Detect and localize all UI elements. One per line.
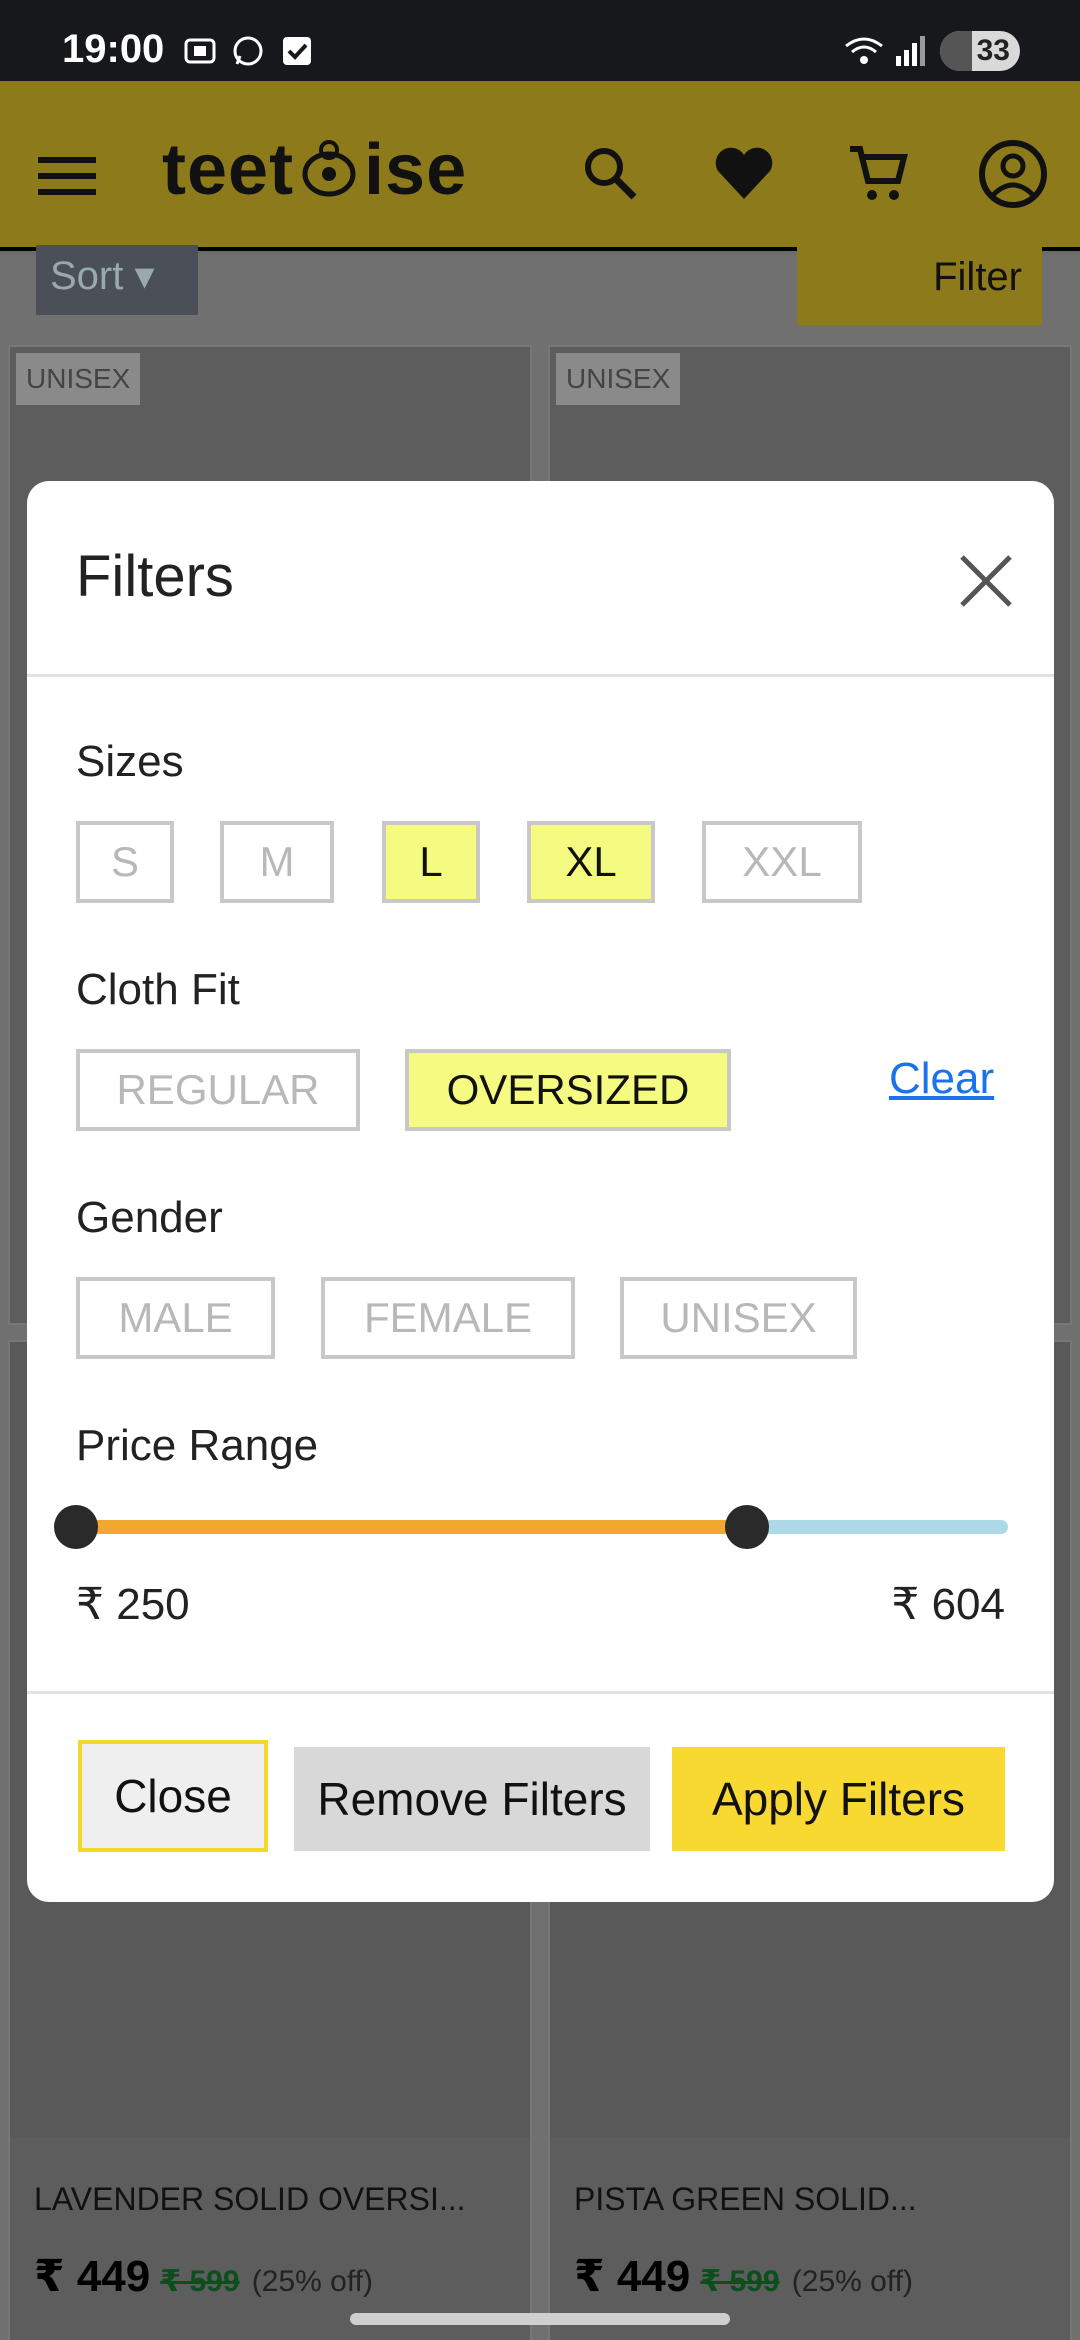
price-range-label: Price Range xyxy=(76,1421,319,1470)
product-price: ₹ 449 ₹ 599 (25% off) xyxy=(574,2252,913,2301)
price-min-value: ₹ 250 xyxy=(76,1580,190,1629)
product-title: PISTA GREEN SOLID... xyxy=(574,2181,917,2217)
cart-icon[interactable] xyxy=(846,141,910,205)
close-button[interactable]: Close xyxy=(78,1740,268,1852)
price-slider-max-thumb[interactable] xyxy=(725,1505,769,1549)
gender-chip-male[interactable]: MALE xyxy=(76,1277,275,1359)
remove-filters-button[interactable]: Remove Filters xyxy=(294,1747,650,1851)
hamburger-menu-icon[interactable] xyxy=(38,153,96,199)
product-price: ₹ 449 ₹ 599 (25% off) xyxy=(34,2252,373,2301)
screenshot-icon xyxy=(184,38,216,64)
clear-fit-link[interactable]: Clear xyxy=(889,1054,994,1104)
product-discount: (25% off) xyxy=(251,2265,373,2298)
wifi-icon xyxy=(845,37,883,64)
turtle-logo-icon xyxy=(302,140,356,197)
close-icon[interactable] xyxy=(958,553,1014,609)
app-header: teet ise xyxy=(0,81,1080,251)
size-chip-l[interactable]: L xyxy=(382,821,480,903)
size-chip-xxl[interactable]: XXL xyxy=(702,821,862,903)
price-max-value: ₹ 604 xyxy=(891,1580,1005,1629)
modal-footer-divider xyxy=(27,1691,1054,1694)
search-icon[interactable] xyxy=(580,143,640,203)
size-chip-xl[interactable]: XL xyxy=(527,821,655,903)
checkbox-notification-icon xyxy=(283,37,311,65)
gender-label: Gender xyxy=(76,1193,223,1242)
price-slider-fill xyxy=(76,1520,747,1534)
cloth-fit-label: Cloth Fit xyxy=(76,965,240,1014)
account-icon[interactable] xyxy=(978,139,1048,209)
sizes-label: Sizes xyxy=(76,737,184,786)
status-time: 19:00 xyxy=(62,27,165,71)
whatsapp-icon xyxy=(233,36,263,66)
gender-chip-unisex[interactable]: UNISEX xyxy=(620,1277,857,1359)
product-badge: UNISEX xyxy=(16,353,141,405)
signal-icon xyxy=(896,36,925,66)
price-slider-min-thumb[interactable] xyxy=(54,1505,98,1549)
wishlist-heart-icon[interactable] xyxy=(712,143,776,203)
filter-button[interactable]: Filter xyxy=(797,245,1042,325)
battery-indicator: 33 xyxy=(940,31,1020,71)
fit-chip-regular[interactable]: REGULAR xyxy=(76,1049,360,1131)
fit-chip-oversized[interactable]: OVERSIZED xyxy=(405,1049,731,1131)
modal-title: Filters xyxy=(76,544,234,609)
brand-logo[interactable]: teet ise xyxy=(162,129,467,211)
apply-filters-button[interactable]: Apply Filters xyxy=(672,1747,1005,1851)
product-old-price: ₹ 599 xyxy=(160,2265,240,2298)
modal-divider xyxy=(27,674,1054,677)
product-old-price: ₹ 599 xyxy=(700,2265,780,2298)
gender-chip-female[interactable]: FEMALE xyxy=(321,1277,575,1359)
product-title: LAVENDER SOLID OVERSI... xyxy=(34,2181,466,2217)
size-chip-s[interactable]: S xyxy=(76,821,174,903)
status-bar: 19:00 33 xyxy=(0,0,1080,81)
home-indicator[interactable] xyxy=(350,2313,730,2325)
product-badge: UNISEX xyxy=(556,353,681,405)
size-chip-m[interactable]: M xyxy=(220,821,334,903)
product-discount: (25% off) xyxy=(791,2265,913,2298)
price-slider-track[interactable] xyxy=(76,1520,1008,1534)
filters-modal: Filters Sizes S M L XL XXL Cloth Fit REG… xyxy=(27,481,1054,1902)
sort-dropdown[interactable]: Sort ▾ xyxy=(36,245,198,315)
